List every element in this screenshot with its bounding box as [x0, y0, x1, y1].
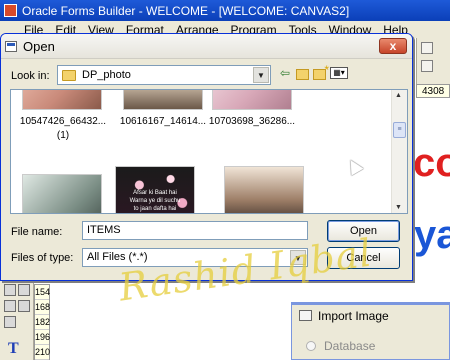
- new-folder-icon[interactable]: [313, 63, 329, 80]
- view-menu-icon[interactable]: ▦▾: [330, 67, 348, 79]
- canvas-text-red: co: [413, 141, 450, 185]
- files-of-type-label: Files of type:: [11, 252, 74, 264]
- look-in-label: Look in:: [11, 70, 50, 82]
- database-radio[interactable]: Database: [306, 339, 375, 353]
- row-number: 154: [35, 285, 50, 300]
- look-in-dropdown[interactable]: DP_photo ▼: [57, 65, 271, 85]
- palette-tool-icon[interactable]: [4, 300, 16, 312]
- scroll-up-icon[interactable]: ▲: [395, 92, 402, 99]
- file-name-suffix: (1): [56, 130, 70, 141]
- radio-icon[interactable]: [306, 341, 316, 351]
- file-name-label[interactable]: 10616167_14614...: [115, 116, 211, 127]
- file-thumbnail[interactable]: [22, 174, 102, 213]
- speaker-icon[interactable]: [4, 284, 16, 296]
- import-dialog-title: Import Image: [318, 309, 389, 323]
- thumbnail-caption: Afsar ki Baat hai Warna ye dil suchu to …: [129, 190, 181, 212]
- row-number: 196: [35, 330, 50, 345]
- palette-tool-icon[interactable]: [4, 316, 16, 328]
- files-of-type-value: All Files (*.*): [87, 251, 148, 263]
- import-image-dialog: Import Image Database: [291, 302, 450, 360]
- app-title: Oracle Forms Builder - WELCOME - [WELCOM…: [22, 3, 350, 18]
- file-name-label[interactable]: 10547426_66432...: [15, 116, 111, 127]
- row-numbers: 154 168 182 196 210: [34, 284, 50, 360]
- toolbar-button-icon[interactable]: [421, 60, 433, 72]
- file-thumbnail[interactable]: [123, 90, 203, 110]
- up-folder-icon[interactable]: [296, 68, 309, 80]
- file-list[interactable]: 10547426_66432... (1) 10616167_14614... …: [10, 89, 408, 214]
- toolbar-button-icon[interactable]: [421, 42, 433, 54]
- scroll-down-icon[interactable]: ▼: [395, 204, 402, 211]
- scrollbar[interactable]: ▲ ≡ ▼: [391, 90, 407, 213]
- app-titlebar: Oracle Forms Builder - WELCOME - [WELCOM…: [0, 0, 450, 21]
- text-tool-icon[interactable]: T: [8, 340, 19, 358]
- file-thumbnail[interactable]: [22, 90, 102, 110]
- chevron-down-icon[interactable]: ▼: [253, 67, 269, 83]
- palette-tool-icon[interactable]: [18, 284, 30, 296]
- import-dialog-icon: [299, 310, 312, 321]
- open-dialog-icon: [5, 41, 17, 52]
- file-thumbnail[interactable]: [224, 166, 304, 213]
- row-number: 210: [35, 345, 50, 360]
- palette-tool-icon[interactable]: [18, 300, 30, 312]
- file-name-input[interactable]: ITEMS: [82, 221, 308, 240]
- tool-palette: T: [0, 280, 34, 360]
- row-number: 182: [35, 315, 50, 330]
- nav-toolbar: ⇦ ▦▾: [278, 63, 348, 80]
- folder-icon: [62, 70, 76, 81]
- back-arrow-icon[interactable]: ⇦: [278, 66, 292, 80]
- import-dialog-titlebar: Import Image: [292, 305, 449, 327]
- canvas-text-blue: ya: [414, 213, 450, 257]
- row-number: 168: [35, 300, 50, 315]
- file-name-label: File name:: [11, 226, 63, 238]
- look-in-value: DP_photo: [82, 69, 131, 81]
- file-thumbnail[interactable]: Afsar ki Baat hai Warna ye dil suchu to …: [115, 166, 195, 213]
- file-name-label[interactable]: 10703698_36286...: [204, 116, 300, 127]
- scroll-thumb[interactable]: ≡: [393, 122, 406, 138]
- database-label: Database: [324, 339, 376, 353]
- close-button[interactable]: x: [379, 38, 407, 54]
- open-dialog-title: Open: [23, 38, 55, 54]
- file-thumbnail[interactable]: [212, 90, 292, 110]
- oracle-forms-icon: [4, 4, 17, 17]
- open-dialog-titlebar[interactable]: Open x: [1, 34, 412, 59]
- ruler: 4308: [416, 84, 450, 98]
